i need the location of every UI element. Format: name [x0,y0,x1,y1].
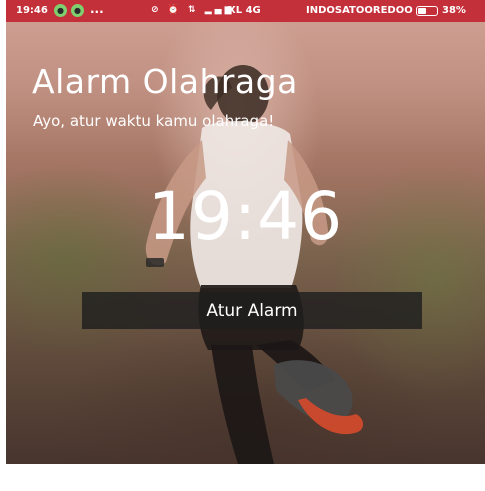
alarm-icon: ⏰ [167,5,182,15]
runner-left-leg [211,345,274,464]
page-subtitle: Ayo, atur waktu kamu olahraga! [33,112,275,130]
device-frame: 19:46 ● ● ... ⊘ ⏰ ⇅ ▂▄▆ XL 4G INDOSATOOR… [0,0,485,491]
chat-icon: ● [71,4,84,17]
runner-watch [146,258,164,267]
status-bar: 19:46 ● ● ... ⊘ ⏰ ⇅ ▂▄▆ XL 4G INDOSATOOR… [6,0,485,22]
battery-icon [416,6,438,16]
battery-percent: 38% [442,5,466,16]
current-time-display: 19:46 [147,178,344,255]
set-alarm-button[interactable]: Atur Alarm [82,292,422,329]
carrier-label: INDOSATOOREDOO [306,5,413,16]
battery-fill [418,8,426,14]
network-label: XL 4G [228,5,261,16]
more-notifications-indicator: ... [90,2,104,16]
mute-icon: ⊘ [151,5,162,15]
set-alarm-label: Atur Alarm [206,300,298,321]
system-icons: ⊘ ⏰ ⇅ ▂▄▆ [151,5,235,15]
status-time: 19:46 [16,5,48,16]
page-title: Alarm Olahraga [32,62,298,101]
data-transfer-icon: ⇅ [188,5,199,15]
chat-icon: ● [54,4,67,17]
app-screen: 19:46 ● ● ... ⊘ ⏰ ⇅ ▂▄▆ XL 4G INDOSATOOR… [6,0,485,464]
